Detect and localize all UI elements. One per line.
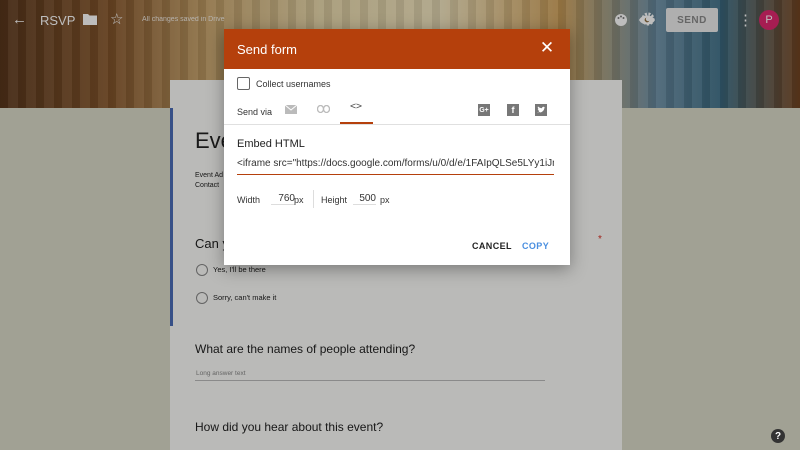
- width-label: Width: [237, 195, 261, 205]
- collect-usernames-label: Collect usernames: [256, 79, 331, 89]
- google-plus-icon[interactable]: G+: [478, 104, 490, 116]
- height-label: Height: [321, 195, 348, 205]
- link-icon[interactable]: [317, 105, 330, 113]
- cancel-button[interactable]: CANCEL: [472, 241, 512, 251]
- embed-code-icon[interactable]: <>: [350, 101, 362, 112]
- width-unit: px: [294, 195, 304, 205]
- embed-html-heading: Embed HTML: [237, 138, 305, 150]
- send-form-dialog: Send form ✕ Collect usernames Send via <…: [224, 29, 570, 265]
- dialog-header: Send form ✕: [224, 29, 570, 69]
- twitter-icon[interactable]: [535, 104, 547, 116]
- close-icon[interactable]: ✕: [538, 39, 556, 57]
- facebook-icon[interactable]: f: [507, 104, 519, 116]
- dialog-divider: [224, 124, 570, 125]
- embed-html-input[interactable]: <iframe src="https://docs.google.com/for…: [237, 158, 554, 175]
- width-height-divider: [313, 190, 314, 208]
- help-icon[interactable]: ?: [771, 429, 785, 443]
- height-unit: px: [380, 195, 390, 205]
- width-input[interactable]: 760: [271, 193, 295, 205]
- collect-usernames-checkbox[interactable]: [237, 77, 250, 90]
- send-via-label: Send via: [237, 107, 273, 117]
- email-icon[interactable]: [285, 105, 297, 114]
- height-input[interactable]: 500: [353, 193, 376, 205]
- dialog-title: Send form: [237, 42, 297, 57]
- copy-button[interactable]: COPY: [522, 241, 549, 251]
